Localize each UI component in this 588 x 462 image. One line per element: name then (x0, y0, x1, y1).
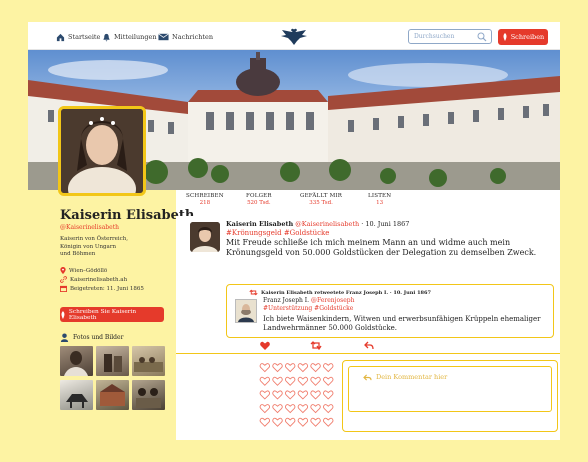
photo-thumbnail-image (100, 384, 125, 406)
profile-website-text[interactable]: Kaiserinelisabeth.ah (70, 277, 127, 283)
quote-hashtags[interactable]: #Unterstützung #Goldstücke (263, 305, 353, 312)
retweet-line: Kaiserin Elisabeth retweetete Franz Jose… (249, 289, 431, 296)
empress-portrait-image (61, 109, 143, 193)
photo-thumbnail[interactable] (60, 346, 93, 376)
quote-author-line: Franz Joseph I. @Ferenjoseph (263, 297, 354, 304)
eagle-logo-icon[interactable] (280, 26, 308, 46)
reply-icon[interactable] (364, 341, 374, 350)
post-actions (176, 340, 560, 354)
home-icon (56, 33, 65, 41)
profile-website[interactable]: Kaiserinelisabeth.ah (60, 276, 127, 283)
stat-likes-label: GEFÄLLT MIR (300, 193, 343, 199)
stat-followers-value: 520 Tsd. (247, 200, 271, 206)
photo-thumbnail-image (136, 388, 161, 408)
search-input[interactable]: Durchsuchen (408, 29, 492, 44)
quill-icon (61, 310, 65, 319)
profile-location-text: Wien–Gödöllö (69, 267, 108, 274)
search-icon[interactable] (477, 32, 487, 42)
quote-author-handle[interactable]: @Ferenjoseph (311, 297, 354, 304)
profile-write-button[interactable]: Schreiben Sie Kaiserin Elisabeth (60, 307, 164, 322)
quote-text: Ich biete Waisenkindern, Witwen und erwe… (263, 315, 541, 332)
location-pin-icon (60, 267, 66, 274)
photos-section-title[interactable]: Fotos und Bilder (60, 333, 123, 342)
profile-joined: Beigetreten: 11. Juni 1865 (60, 285, 144, 292)
stat-likes-value: 335 Tsd. (309, 200, 333, 206)
emperor-portrait-image (238, 304, 254, 322)
heart-reactions-grid (259, 363, 334, 427)
profile-location: Wien–Gödöllö (60, 267, 107, 274)
profile-avatar[interactable] (58, 106, 146, 196)
mail-icon (158, 33, 169, 41)
profile-name: Kaiserin Elisabeth (60, 208, 195, 223)
top-navigation: Startseite Mitteilungen Nachrichten Durc… (28, 22, 560, 50)
post-author-handle[interactable]: @Kaiserinelisabeth (295, 220, 359, 228)
retweeted-post[interactable]: Kaiserin Elisabeth retweetete Franz Jose… (226, 284, 554, 338)
nav-notifications-label: Mitteilungen (114, 33, 157, 41)
nav-home[interactable]: Startseite (56, 30, 100, 44)
photo-thumbnail[interactable] (132, 346, 165, 376)
photo-thumbnail[interactable] (132, 380, 165, 410)
nav-messages-label: Nachrichten (172, 33, 214, 41)
write-button-label: Schreiben (510, 33, 545, 41)
photo-thumbnail-image (64, 351, 88, 376)
write-button[interactable]: Schreiben (498, 29, 548, 45)
photo-thumbnail-image (104, 354, 122, 372)
post-text: Mit Freude schließe ich mich meinem Mann… (226, 238, 537, 257)
calendar-icon (60, 285, 67, 292)
stat-likes[interactable]: GEFÄLLT MIR 335 Tsd. (300, 193, 342, 206)
comment-placeholder-text: Dein Kommentar hier (376, 373, 448, 381)
reply-icon (363, 373, 372, 381)
quote-author-name[interactable]: Franz Joseph I. (263, 297, 309, 304)
nav-messages[interactable]: Nachrichten (158, 30, 213, 44)
nav-home-label: Startseite (68, 33, 101, 41)
heart-icon[interactable] (260, 341, 270, 350)
stat-followers-label: FOLGER (246, 193, 272, 199)
stat-posts-value: 218 (199, 200, 211, 206)
post-author-name[interactable]: Kaiserin Elisabeth (226, 220, 293, 228)
stat-lists-label: LISTEN (368, 193, 392, 199)
photos-icon (60, 333, 69, 342)
stat-posts[interactable]: SCHREIBEN 218 (186, 193, 224, 206)
heart-icon[interactable] (259, 363, 334, 427)
post-date: · 10. Juni 1867 (361, 220, 410, 228)
stat-lists[interactable]: LISTEN 13 (368, 193, 391, 206)
photo-thumbnail[interactable] (60, 380, 93, 410)
profile-bio: Kaiserin von Österreich, Königin von Ung… (60, 236, 129, 257)
quote-author-avatar[interactable] (235, 299, 257, 323)
post-hashtags[interactable]: #Krönungsgeld #Goldstücke (226, 229, 329, 237)
search-placeholder: Durchsuchen (414, 33, 455, 40)
quill-icon (503, 33, 507, 41)
profile-joined-text: Beigetreten: 11. Juni 1865 (70, 285, 144, 292)
photos-title-text: Fotos und Bilder (73, 334, 124, 341)
nav-notifications[interactable]: Mitteilungen (102, 30, 157, 44)
photo-thumbnail-image (66, 394, 88, 408)
profile-stats-bar: SCHREIBEN 218 FOLGER 520 Tsd. GEFÄLLT MI… (176, 190, 560, 216)
retweet-icon (249, 289, 258, 296)
photo-thumbnail-image (134, 357, 163, 372)
photo-thumbnail[interactable] (96, 380, 129, 410)
stat-followers[interactable]: FOLGER 520 Tsd. (246, 193, 272, 206)
stat-posts-label: SCHREIBEN (186, 193, 224, 199)
timeline-feed: Kaiserin Elisabeth @Kaiserinelisabeth · … (176, 216, 560, 440)
post-header: Kaiserin Elisabeth @Kaiserinelisabeth · … (226, 220, 409, 228)
action-divider (176, 353, 560, 354)
link-icon (60, 276, 67, 283)
comment-placeholder: Dein Kommentar hier (363, 373, 447, 381)
stat-lists-value: 13 (376, 200, 384, 206)
retweet-line-text: Kaiserin Elisabeth retweetete Franz Jose… (261, 289, 431, 296)
page-frame: Startseite Mitteilungen Nachrichten Durc… (28, 22, 560, 440)
retweet-icon[interactable] (310, 341, 322, 350)
bell-icon (103, 33, 110, 42)
profile-write-button-label: Schreiben Sie Kaiserin Elisabeth (68, 308, 137, 321)
profile-handle[interactable]: @Kaiserinelisabeth (60, 224, 119, 231)
photo-thumbnail[interactable] (96, 346, 129, 376)
post-avatar-image (190, 222, 220, 252)
post-author-avatar[interactable] (190, 222, 220, 252)
comment-input[interactable]: Dein Kommentar hier (348, 366, 552, 412)
